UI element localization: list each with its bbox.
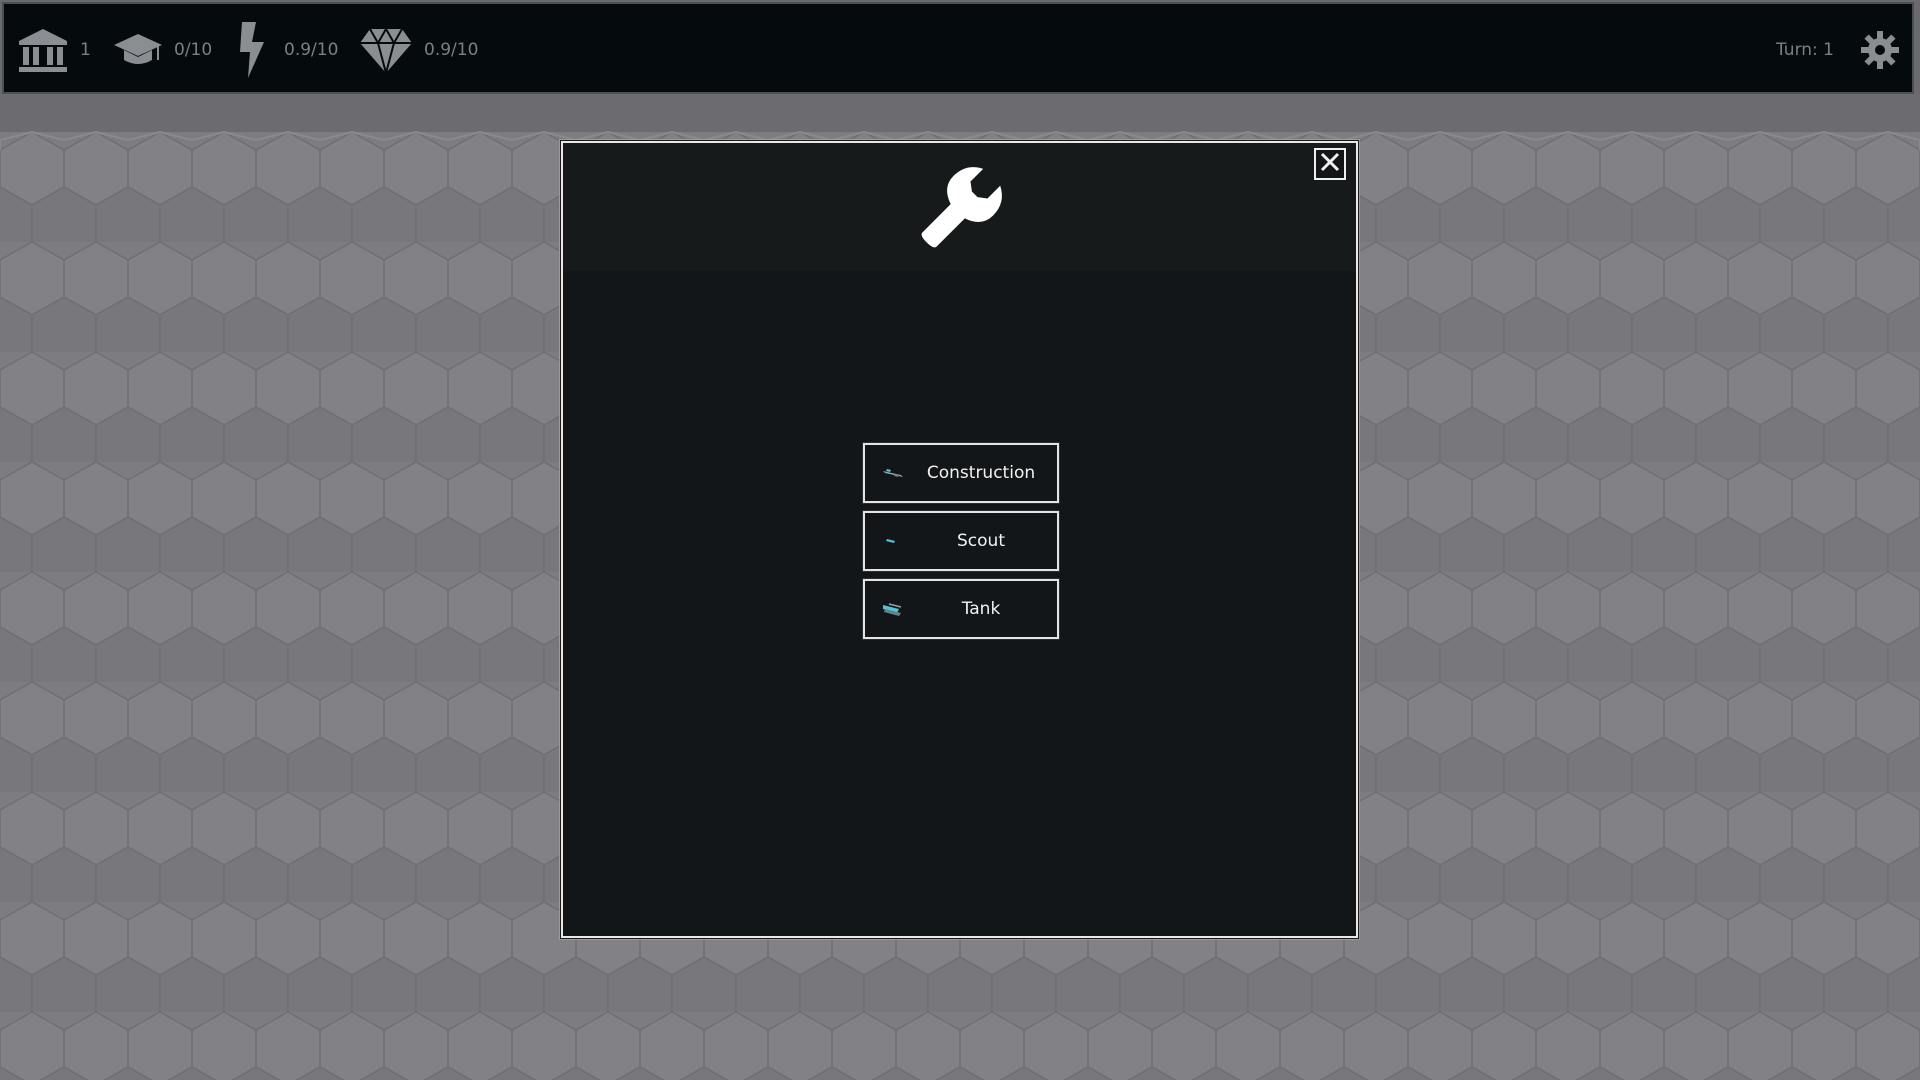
lightning-icon [232, 20, 274, 80]
construction-label: Construction [926, 463, 1036, 483]
tank-option-button[interactable]: Tank [863, 579, 1059, 639]
energy-value: 0.9/10 [284, 40, 339, 60]
diamond-icon [358, 25, 414, 75]
close-button[interactable] [1314, 148, 1346, 180]
turn-counter: Turn: 1 [1776, 40, 1834, 60]
graduation-cap-icon [112, 28, 164, 72]
bank-icon [16, 25, 70, 75]
cities-value: 1 [80, 40, 91, 60]
scout-unit-icon [881, 531, 905, 551]
gems-resource[interactable]: 0.9/10 [358, 4, 478, 96]
scout-label: Scout [957, 531, 1005, 551]
tank-unit-icon [881, 599, 905, 619]
gear-icon[interactable] [1860, 30, 1900, 70]
construction-unit-icon [881, 463, 905, 483]
wrench-icon [912, 157, 1012, 257]
production-modal: Construction Scout Tank [561, 141, 1358, 938]
science-resource[interactable]: 0/10 [112, 4, 212, 96]
science-value: 0/10 [174, 40, 213, 60]
scout-option-button[interactable]: Scout [863, 511, 1059, 571]
gems-value: 0.9/10 [424, 40, 479, 60]
top-hud-bar: 1 0/10 0.9/10 0.9/10 Turn: 1 [2, 2, 1914, 94]
unit-options-list: Construction Scout Tank [863, 443, 1059, 647]
close-icon [1319, 151, 1341, 177]
modal-header [563, 143, 1356, 271]
tank-label: Tank [961, 599, 1001, 619]
energy-resource[interactable]: 0.9/10 [232, 4, 338, 96]
construction-option-button[interactable]: Construction [863, 443, 1059, 503]
cities-resource[interactable]: 1 [16, 4, 91, 96]
